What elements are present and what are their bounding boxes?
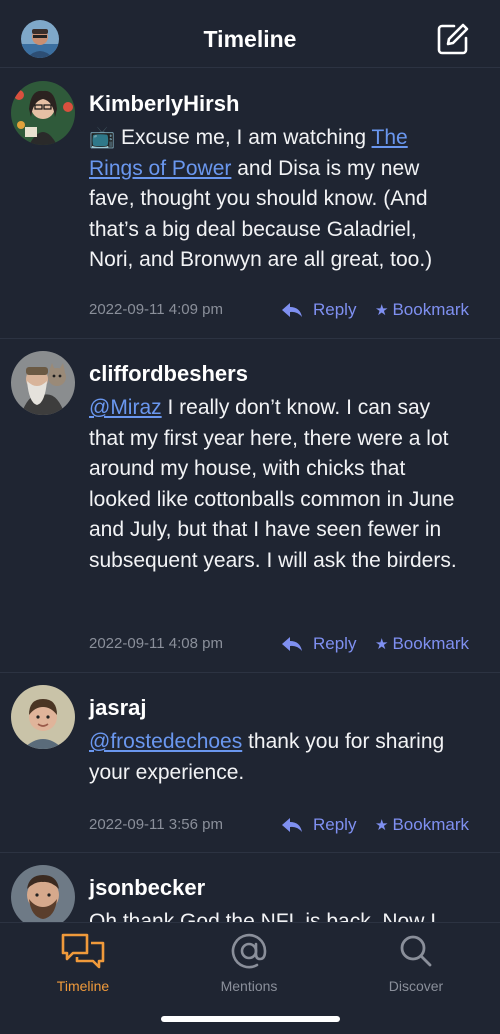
at-sign-icon — [231, 933, 267, 969]
tab-timeline[interactable]: Timeline — [28, 931, 138, 994]
post-username[interactable]: KimberlyHirsh — [89, 91, 239, 117]
post-timestamp[interactable]: 2022-09-11 4:09 pm — [89, 301, 223, 318]
home-indicator[interactable] — [161, 1016, 340, 1022]
tab-label: Timeline — [56, 978, 110, 994]
post-username[interactable]: jsonbecker — [89, 875, 205, 901]
reply-arrow-icon — [282, 818, 302, 832]
post-timestamp[interactable]: 2022-09-11 3:56 pm — [89, 816, 223, 833]
star-icon: ★ — [375, 636, 389, 653]
avatar[interactable] — [11, 865, 75, 922]
reply-label: Reply — [313, 634, 357, 653]
post-item: KimberlyHirsh 📺 Excuse me, I am watching… — [0, 69, 500, 339]
bookmark-button[interactable]: ★ Bookmark — [375, 299, 469, 321]
tab-discover[interactable]: Discover — [361, 931, 471, 994]
tab-label: Discover — [388, 978, 444, 994]
avatar[interactable] — [11, 81, 75, 145]
search-icon — [400, 935, 432, 967]
post-username[interactable]: jasraj — [89, 695, 147, 721]
star-icon: ★ — [375, 817, 389, 834]
timeline-feed[interactable]: KimberlyHirsh 📺 Excuse me, I am watching… — [0, 69, 500, 922]
avatar[interactable] — [11, 685, 75, 749]
tab-mentions[interactable]: Mentions — [194, 931, 304, 994]
chat-bubbles-icon — [61, 933, 105, 969]
page-title: Timeline — [203, 26, 297, 52]
post-item: cliffordbeshers @Miraz I really don’t kn… — [0, 339, 500, 673]
reply-arrow-icon — [282, 303, 302, 317]
avatar[interactable] — [11, 351, 75, 415]
bookmark-label: Bookmark — [392, 300, 469, 319]
compose-icon[interactable] — [436, 22, 470, 56]
post-item: jsonbecker Oh thank God the NFL is back.… — [0, 853, 500, 922]
post-mention-link[interactable]: @frostedechoes — [89, 730, 242, 753]
reply-label: Reply — [313, 300, 357, 319]
post-timestamp[interactable]: 2022-09-11 4:08 pm — [89, 635, 223, 652]
reply-button[interactable]: Reply — [281, 633, 356, 655]
post-item: jasraj @frostedechoes thank you for shar… — [0, 673, 500, 853]
top-nav-bar: Timeline — [0, 0, 500, 68]
post-body: @frostedechoes thank you for sharing you… — [89, 730, 445, 784]
post-body: @Miraz I really don’t know. I can say th… — [89, 396, 457, 572]
reply-arrow-icon — [282, 637, 302, 651]
bookmark-button[interactable]: ★ Bookmark — [375, 633, 469, 655]
bookmark-label: Bookmark — [392, 634, 469, 653]
post-username[interactable]: cliffordbeshers — [89, 361, 248, 387]
star-icon: ★ — [375, 302, 389, 319]
tab-label: Mentions — [220, 978, 278, 994]
post-body: 📺 Excuse me, I am watching The Rings of … — [89, 126, 433, 272]
post-mention-link[interactable]: @Miraz — [89, 396, 162, 419]
reply-label: Reply — [313, 815, 357, 834]
bookmark-label: Bookmark — [392, 815, 469, 834]
reply-button[interactable]: Reply — [281, 814, 356, 836]
post-body: Oh thank God the NFL is back. Now I — [89, 910, 437, 922]
bookmark-button[interactable]: ★ Bookmark — [375, 814, 469, 836]
reply-button[interactable]: Reply — [281, 299, 356, 321]
